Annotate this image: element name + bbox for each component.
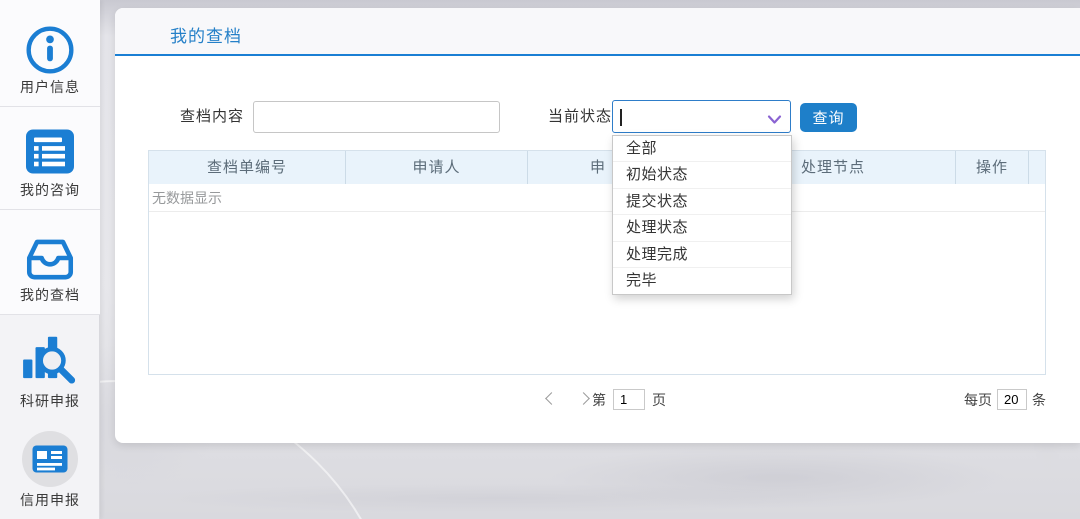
sidebar: 用户信息 我的咨询 我的查档 科研申报 信用申报 xyxy=(0,0,100,519)
dropdown-option-processing[interactable]: 处理状态 xyxy=(613,215,791,242)
page-prefix: 第 xyxy=(592,392,606,408)
credit-card-icon xyxy=(32,445,68,473)
consult-list-icon xyxy=(25,128,75,180)
sidebar-item-my-consult[interactable]: 我的咨询 xyxy=(0,107,100,210)
sidebar-item-label: 科研申报 xyxy=(20,393,80,409)
column-header-applicant: 申请人 xyxy=(346,151,528,184)
dropdown-option-submitted[interactable]: 提交状态 xyxy=(613,189,791,216)
text-cursor xyxy=(620,109,622,126)
results-table: 查档单编号 申请人 申 处理节点 操作 无数据显示 xyxy=(148,150,1046,375)
sidebar-item-user-info[interactable]: 用户信息 xyxy=(0,0,100,107)
credit-icon-circle xyxy=(22,431,78,487)
sidebar-item-credit-apply[interactable]: 信用申报 xyxy=(0,420,100,519)
query-button[interactable]: 查询 xyxy=(800,103,857,132)
search-content-label: 查档内容 xyxy=(180,108,245,125)
per-page-input[interactable] xyxy=(997,389,1027,410)
dropdown-option-process-done[interactable]: 处理完成 xyxy=(613,242,791,268)
dropdown-option-finished[interactable]: 完毕 xyxy=(613,268,791,294)
sidebar-item-label: 我的咨询 xyxy=(20,182,80,198)
sidebar-item-label: 我的查档 xyxy=(20,287,80,303)
sidebar-item-label: 用户信息 xyxy=(20,79,80,95)
page-title: 我的查档 xyxy=(170,27,242,46)
per-page-suffix: 条 xyxy=(1032,392,1046,408)
status-dropdown-list: 全部 初始状态 提交状态 处理状态 处理完成 完毕 xyxy=(612,135,792,296)
prev-page-icon[interactable] xyxy=(545,392,558,405)
per-page-prefix: 每页 xyxy=(964,392,992,408)
page-suffix: 页 xyxy=(652,392,666,408)
status-combobox[interactable] xyxy=(612,100,791,133)
dropdown-option-initial[interactable]: 初始状态 xyxy=(613,162,791,189)
column-header-spacer xyxy=(1029,151,1045,184)
column-header-archive-no: 查档单编号 xyxy=(149,151,346,184)
dropdown-option-all[interactable]: 全部 xyxy=(613,136,791,163)
chevron-down-icon[interactable] xyxy=(767,112,782,130)
empty-data-message: 无数据显示 xyxy=(149,184,1045,212)
current-status-label: 当前状态 xyxy=(548,108,613,125)
tab-bar: 我的查档 xyxy=(115,8,1080,56)
search-input[interactable] xyxy=(253,101,500,133)
info-icon xyxy=(24,24,76,81)
sidebar-item-my-archive[interactable]: 我的查档 xyxy=(0,210,100,315)
archive-inbox-icon xyxy=(22,233,78,288)
page-number-input[interactable] xyxy=(613,389,645,410)
main-panel: 我的查档 查档内容 当前状态 查询 查档单编号 申请人 申 处理节点 操作 无数… xyxy=(115,8,1080,443)
column-header-operation: 操作 xyxy=(956,151,1029,184)
research-chart-search-icon xyxy=(20,331,80,393)
sidebar-item-label: 信用申报 xyxy=(20,492,80,508)
next-page-icon[interactable] xyxy=(577,392,590,405)
table-header-row: 查档单编号 申请人 申 处理节点 操作 xyxy=(149,151,1045,184)
sidebar-item-research-apply[interactable]: 科研申报 xyxy=(0,315,100,420)
